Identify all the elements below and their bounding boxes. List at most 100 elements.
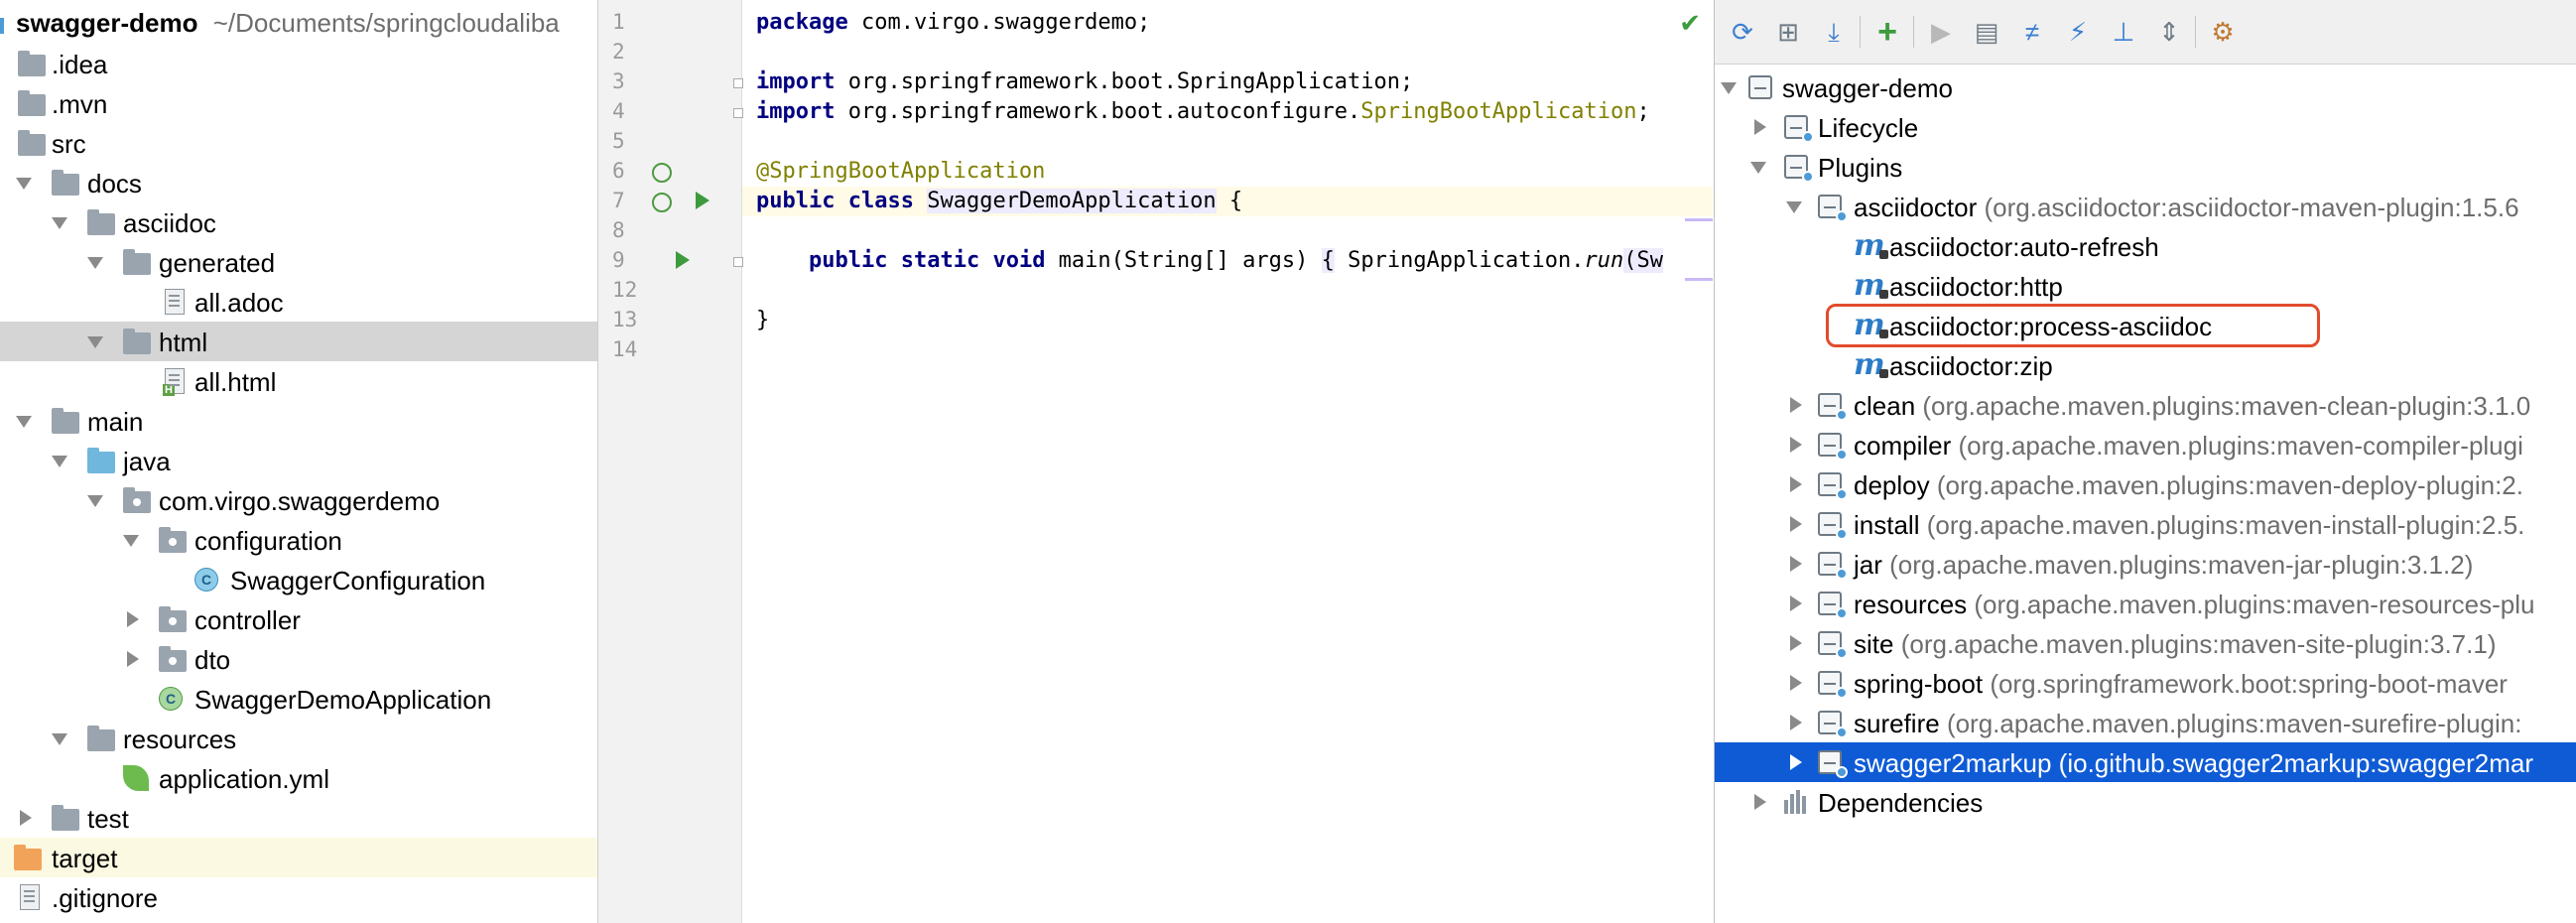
tree-label: resources: [123, 725, 237, 754]
chevron-down-icon[interactable]: [52, 217, 67, 229]
chevron-down-icon[interactable]: [16, 178, 32, 190]
chevron-down-icon[interactable]: [1786, 201, 1802, 213]
tree-item-html[interactable]: html: [0, 322, 597, 361]
chevron-right-icon[interactable]: [20, 810, 32, 826]
goal-zip[interactable]: m asciidoctor:zip: [1715, 345, 2576, 385]
tree-item-idea[interactable]: .idea: [0, 44, 597, 83]
goal-auto-refresh[interactable]: m asciidoctor:auto-refresh: [1715, 226, 2576, 266]
chevron-right-icon[interactable]: [1790, 715, 1802, 730]
chevron-right-icon[interactable]: [1790, 556, 1802, 572]
chevron-down-icon[interactable]: [87, 495, 103, 507]
tree-item-package[interactable]: com.virgo.swaggerdemo: [0, 480, 597, 520]
download-icon[interactable]: ⤓: [1818, 16, 1850, 48]
tree-item-application-yml[interactable]: application.yml: [0, 758, 597, 798]
chevron-right-icon[interactable]: [1790, 595, 1802, 611]
plugin-spring-boot[interactable]: spring-boot (org.springframework.boot:sp…: [1715, 663, 2576, 703]
goal-http[interactable]: m asciidoctor:http: [1715, 266, 2576, 306]
plugin-install[interactable]: install (org.apache.maven.plugins:maven-…: [1715, 504, 2576, 544]
chevron-down-icon[interactable]: [52, 456, 67, 467]
chevron-right-icon[interactable]: [1790, 476, 1802, 492]
add-icon[interactable]: +: [1871, 15, 1903, 49]
chevron-right-icon[interactable]: [1790, 675, 1802, 691]
chevron-right-icon[interactable]: [127, 611, 139, 627]
code-line-12[interactable]: }: [742, 306, 1713, 335]
tree-item-resources[interactable]: resources: [0, 719, 597, 758]
tree-item-root[interactable]: swagger-demo ~/Documents/springcloudalib…: [0, 4, 597, 44]
chevron-right-icon[interactable]: [127, 651, 139, 667]
editor-gutter: 1 2 3 4 5 6 7 8 9 12 13 14: [598, 0, 743, 923]
tree-item-docs[interactable]: docs: [0, 163, 597, 202]
skip-tests-icon[interactable]: ⚡: [2062, 16, 2094, 48]
tree-item-target[interactable]: target: [0, 838, 597, 877]
plugin-icon: [1818, 590, 1848, 619]
tree-item-mvn[interactable]: .mvn: [0, 83, 597, 123]
tree-item-test[interactable]: test: [0, 798, 597, 838]
reimport-icon[interactable]: ⟳: [1727, 16, 1758, 48]
plugin-deploy[interactable]: deploy (org.apache.maven.plugins:maven-d…: [1715, 464, 2576, 504]
plugin-swagger2markup[interactable]: swagger2markup (io.github.swagger2markup…: [1715, 742, 2576, 782]
collapse-all-icon[interactable]: ⇕: [2153, 16, 2185, 48]
code-editor[interactable]: 1 2 3 4 5 6 7 8 9 12 13 14 package com.v…: [598, 0, 1713, 923]
spring-bean-icon[interactable]: [652, 193, 672, 212]
maven-project-root[interactable]: swagger-demo: [1715, 67, 2576, 107]
maven-dependencies-node[interactable]: Dependencies: [1715, 782, 2576, 822]
tree-item-src[interactable]: src: [0, 123, 597, 163]
chevron-down-icon[interactable]: [16, 416, 32, 428]
settings-icon[interactable]: ⚙: [2207, 16, 2239, 48]
code-line-9[interactable]: public static void main(String[] args) {…: [742, 246, 1713, 276]
chevron-right-icon[interactable]: [1790, 437, 1802, 453]
chevron-right-icon[interactable]: [1790, 516, 1802, 532]
code-line-7[interactable]: public class SwaggerDemoApplication {: [742, 187, 1713, 216]
run-main-icon[interactable]: [676, 251, 690, 269]
chevron-right-icon[interactable]: [1754, 794, 1766, 810]
tree-item-generated[interactable]: generated: [0, 242, 597, 282]
code-line-1[interactable]: package com.virgo.swaggerdemo;: [742, 8, 1713, 38]
plugin-surefire[interactable]: surefire (org.apache.maven.plugins:maven…: [1715, 703, 2576, 742]
tree-item-swagger-demo-application[interactable]: C SwaggerDemoApplication: [0, 679, 597, 719]
show-dependencies-icon[interactable]: ⊥: [2108, 16, 2139, 48]
run-class-icon[interactable]: [696, 192, 709, 209]
plugin-resources[interactable]: resources (org.apache.maven.plugins:mave…: [1715, 584, 2576, 623]
line-number: 2: [612, 40, 625, 64]
tree-item-main[interactable]: main: [0, 401, 597, 441]
code-line-6[interactable]: @SpringBootApplication: [742, 157, 1713, 187]
tree-item-dto[interactable]: dto: [0, 639, 597, 679]
chevron-right-icon[interactable]: [1790, 635, 1802, 651]
plugin-name: deploy: [1854, 470, 1930, 500]
folder-icon: [52, 170, 79, 196]
plugin-jar[interactable]: jar (org.apache.maven.plugins:maven-jar-…: [1715, 544, 2576, 584]
chevron-down-icon[interactable]: [1721, 82, 1737, 94]
tree-item-all-adoc[interactable]: all.adoc: [0, 282, 597, 322]
generate-sources-icon[interactable]: ⊞: [1772, 16, 1804, 48]
chevron-down-icon[interactable]: [123, 535, 139, 547]
chevron-right-icon[interactable]: [1790, 397, 1802, 413]
chevron-down-icon[interactable]: [52, 733, 67, 745]
code-line-4[interactable]: import org.springframework.boot.autoconf…: [742, 97, 1713, 127]
tree-item-all-html[interactable]: all.html: [0, 361, 597, 401]
toggle-offline-icon[interactable]: ≠: [2016, 16, 2048, 48]
chevron-down-icon[interactable]: [1750, 162, 1766, 174]
maven-lifecycle-node[interactable]: Lifecycle: [1715, 107, 2576, 147]
chevron-right-icon[interactable]: [1754, 119, 1766, 135]
spring-bean-icon[interactable]: [652, 163, 672, 183]
tree-item-configuration[interactable]: configuration: [0, 520, 597, 560]
tree-item-java[interactable]: java: [0, 441, 597, 480]
tree-item-gitignore[interactable]: .gitignore: [0, 877, 597, 917]
tree-item-controller[interactable]: controller: [0, 599, 597, 639]
plugin-clean[interactable]: clean (org.apache.maven.plugins:maven-cl…: [1715, 385, 2576, 425]
code-line-3[interactable]: import org.springframework.boot.SpringAp…: [742, 67, 1713, 97]
tree-label: all.html: [194, 367, 277, 397]
run-icon[interactable]: ▶: [1925, 16, 1957, 48]
plugin-asciidoctor[interactable]: asciidoctor (org.asciidoctor:asciidoctor…: [1715, 187, 2576, 226]
tree-item-swagger-configuration[interactable]: C SwaggerConfiguration: [0, 560, 597, 599]
maven-plugins-node[interactable]: Plugins: [1715, 147, 2576, 187]
chevron-down-icon[interactable]: [87, 257, 103, 269]
tree-label: application.yml: [159, 764, 329, 794]
plugin-site[interactable]: site (org.apache.maven.plugins:maven-sit…: [1715, 623, 2576, 663]
inspection-ok-icon[interactable]: ✔: [1679, 8, 1701, 39]
chevron-right-icon[interactable]: [1790, 754, 1802, 770]
chevron-down-icon[interactable]: [87, 336, 103, 348]
tree-item-asciidoc[interactable]: asciidoc: [0, 202, 597, 242]
execute-goal-icon[interactable]: ▤: [1971, 16, 2002, 48]
plugin-compiler[interactable]: compiler (org.apache.maven.plugins:maven…: [1715, 425, 2576, 464]
